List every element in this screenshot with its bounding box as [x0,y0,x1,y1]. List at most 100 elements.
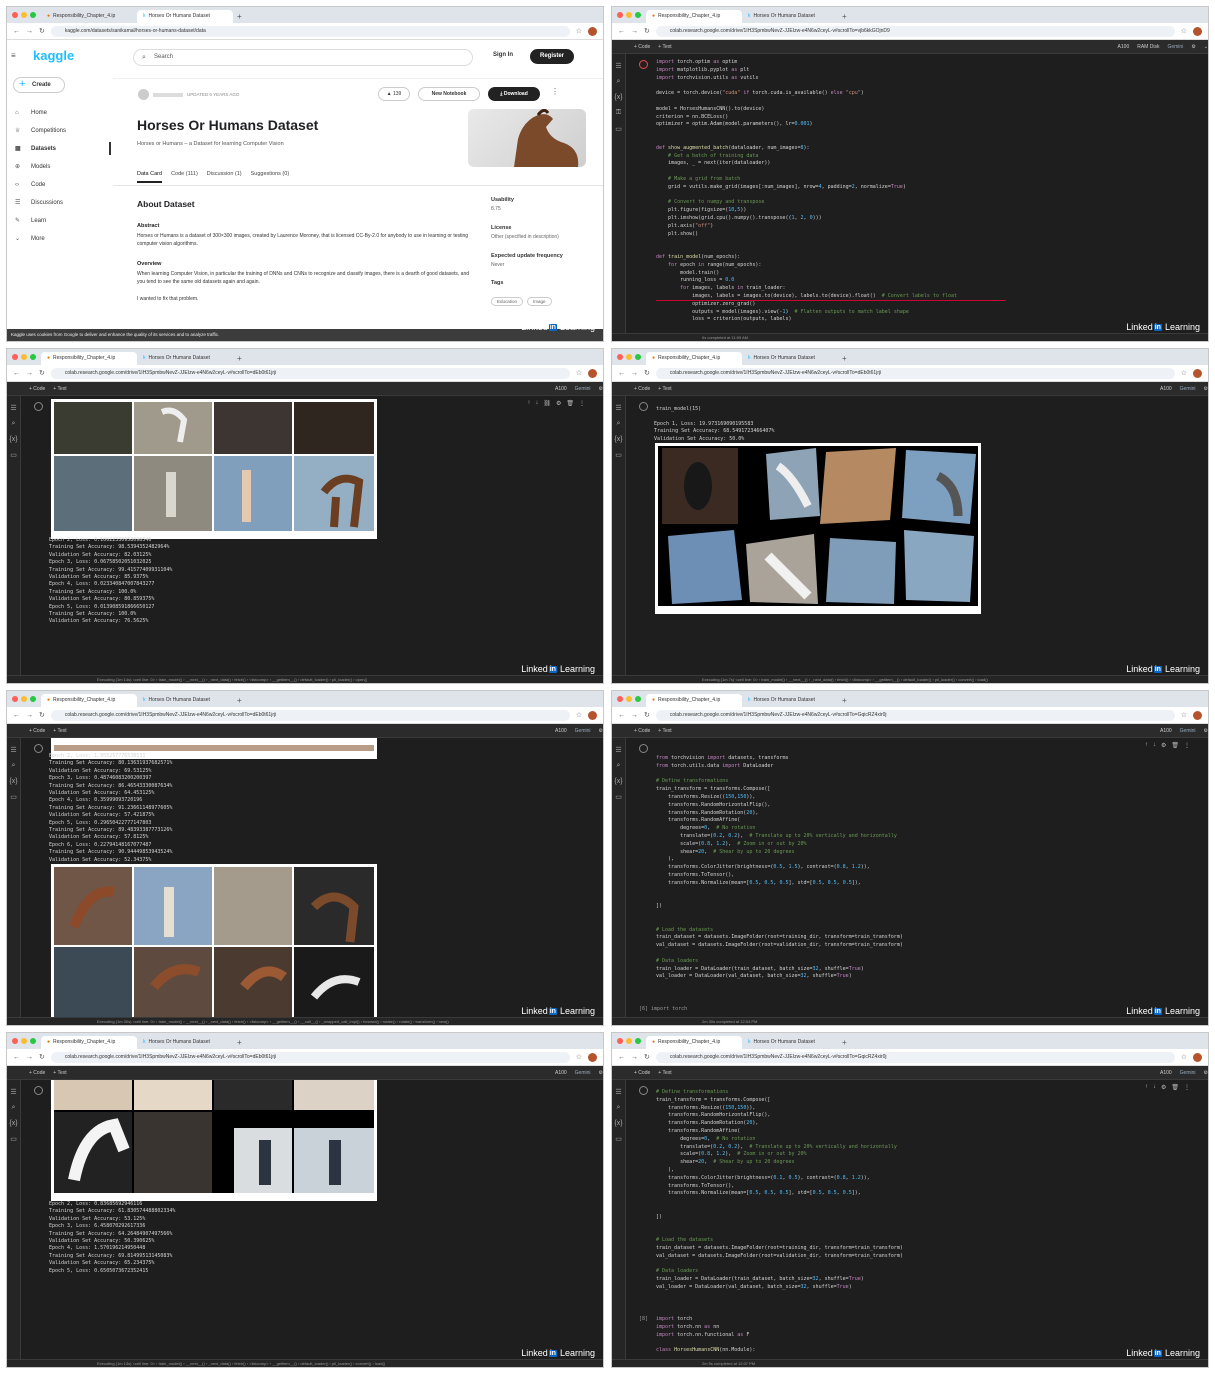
link-icon[interactable]: ⛓ [543,400,551,407]
runtime-indicator[interactable]: A100 [555,728,567,734]
files-icon[interactable]: ▭ [612,1135,625,1143]
tab-kaggle[interactable]: k Horses Or Humans Dataset [137,10,233,23]
gemini-button[interactable]: Gemini [1180,1070,1196,1076]
url-field[interactable]: colab.research.google.com/drive/1IH3Spmb… [655,709,1175,721]
window-controls[interactable] [12,354,36,360]
gemini-button[interactable]: Gemini [575,728,591,734]
settings-icon[interactable]: ⚙ [599,728,603,734]
back-icon[interactable]: ← [618,370,625,377]
add-text-button[interactable]: + Text [53,728,66,734]
toc-icon[interactable]: ☰ [612,1088,625,1096]
sidebar-item-competitions[interactable]: ♕ Competitions [15,124,111,137]
reload-icon[interactable]: ↻ [39,369,45,377]
profile-avatar[interactable] [1193,368,1202,378]
files-icon[interactable]: ▭ [7,451,20,459]
tab-kaggle[interactable]: k Horses Or Humans Dataset [742,694,838,707]
stop-cell-button[interactable] [639,402,648,411]
tab-colab[interactable]: ● Responsibility_Chapter_4.ip [646,1036,742,1049]
tab-colab[interactable]: ● Responsibility_Chapter_4.ip [646,10,742,23]
star-icon[interactable]: ☆ [1181,369,1187,377]
search-icon[interactable]: ⌕ [612,762,625,770]
variables-icon[interactable]: {x} [7,778,20,785]
add-text-button[interactable]: + Text [53,386,66,392]
delete-icon[interactable]: 🗑 [1171,742,1179,749]
gemini-button[interactable]: Gemini [575,386,591,392]
kaggle-logo[interactable]: kaggle [33,48,74,63]
tab-suggestions[interactable]: Suggestions (0) [251,171,290,183]
stop-cell-button[interactable] [34,744,43,753]
star-icon[interactable]: ☆ [1181,27,1187,35]
sidebar-item-more[interactable]: ⌄ More [15,232,111,245]
add-code-button[interactable]: + Code [29,1070,45,1076]
ram-disk-indicator[interactable]: RAM Disk [1137,44,1159,50]
tab-kaggle[interactable]: k Horses Or Humans Dataset [742,1036,838,1049]
back-icon[interactable]: ← [13,370,20,377]
settings-icon[interactable]: ⚙ [1191,44,1195,50]
url-field[interactable]: colab.research.google.com/drive/1IH3Spmb… [50,1051,570,1063]
add-code-button[interactable]: + Code [634,1070,650,1076]
profile-avatar[interactable] [588,710,597,720]
star-icon[interactable]: ☆ [576,369,582,377]
add-text-button[interactable]: + Text [658,386,671,392]
profile-avatar[interactable] [1193,26,1202,36]
code-cell[interactable]: train_model(15) [656,406,1192,414]
move-up-icon[interactable]: ↑ [527,400,530,407]
tab-colab[interactable]: ● Responsibility_Chapter_4.ip [41,352,137,365]
add-code-button[interactable]: + Code [29,728,45,734]
tab-kaggle[interactable]: k Horses Or Humans Dataset [137,352,233,365]
search-icon[interactable]: ⌕ [7,420,20,428]
delete-icon[interactable]: 🗑 [566,400,574,407]
sidebar-item-code[interactable]: ‹› Code [15,178,111,191]
more-options-icon[interactable]: ⋮ [1184,742,1190,749]
forward-icon[interactable]: → [26,370,33,377]
add-text-button[interactable]: + Text [658,728,671,734]
tag-education[interactable]: Education [491,297,524,306]
reload-icon[interactable]: ↻ [644,711,650,719]
forward-icon[interactable]: → [26,1054,33,1061]
new-tab-icon[interactable]: + [237,10,242,23]
tab-colab[interactable]: ● Responsibility_Chapter_4.ip [646,694,742,707]
back-icon[interactable]: ← [618,712,625,719]
register-button[interactable]: Register [530,49,574,64]
reload-icon[interactable]: ↻ [644,27,650,35]
forward-icon[interactable]: → [631,370,638,377]
star-icon[interactable]: ☆ [576,27,582,35]
url-field[interactable]: colab.research.google.com/drive/1IH3Spmb… [655,367,1175,379]
back-icon[interactable]: ← [618,1054,625,1061]
forward-icon[interactable]: → [631,28,638,35]
back-icon[interactable]: ← [13,712,20,719]
profile-avatar[interactable] [1193,1052,1202,1062]
star-icon[interactable]: ☆ [576,1053,582,1061]
window-controls[interactable] [617,354,641,360]
next-code-cell[interactable]: import torch import torch.nn as nn impor… [656,1316,1192,1355]
search-icon[interactable]: ⌕ [7,1104,20,1112]
window-controls[interactable] [12,12,36,18]
window-controls[interactable] [617,696,641,702]
toc-icon[interactable]: ☰ [612,62,625,70]
new-notebook-button[interactable]: New Notebook [418,87,480,101]
tab-data-card[interactable]: Data Card [137,171,163,183]
reload-icon[interactable]: ↻ [644,1053,650,1061]
tab-colab[interactable]: ● Responsibility_Chapter_4.ip [41,694,137,707]
move-down-icon[interactable]: ↓ [1153,742,1156,749]
new-tab-icon[interactable]: + [842,10,847,23]
settings-icon[interactable]: ⚙ [599,386,603,392]
sign-in-link[interactable]: Sign In [493,52,513,58]
window-controls[interactable] [12,1038,36,1044]
search-input[interactable]: ⌕ Search [133,49,473,66]
toc-icon[interactable]: ☰ [7,404,20,412]
variables-icon[interactable]: {x} [7,1120,20,1127]
new-tab-icon[interactable]: + [237,352,242,365]
settings-icon[interactable]: ⚙ [1204,386,1208,392]
runtime-indicator[interactable]: A100 [555,1070,567,1076]
new-tab-icon[interactable]: + [237,694,242,707]
new-tab-icon[interactable]: + [842,352,847,365]
back-icon[interactable]: ← [618,28,625,35]
code-cell[interactable]: import torch.optim as optim import matpl… [656,59,1192,324]
sidebar-item-discussions[interactable]: ☰ Discussions [15,196,111,209]
back-icon[interactable]: ← [13,1054,20,1061]
sidebar-item-models[interactable]: ⊕ Models [15,160,111,173]
run-cell-button[interactable] [639,744,648,753]
window-controls[interactable] [617,12,641,18]
upvote-button[interactable]: ▲ 139 [378,87,410,101]
